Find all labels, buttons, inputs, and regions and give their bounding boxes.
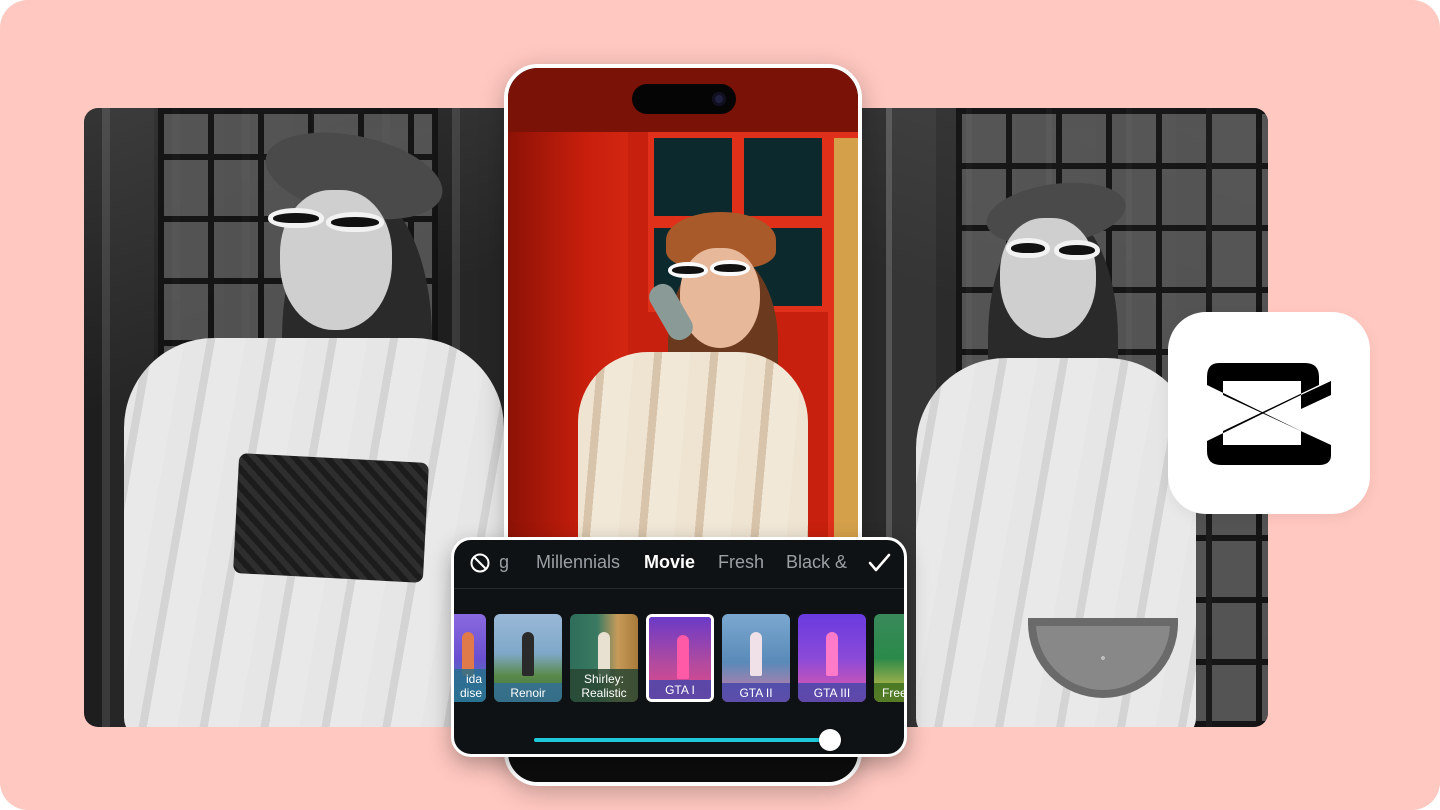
filter-panel: ıg Millennials Movie Fresh Black & ida d… — [451, 537, 907, 757]
clutch-bag — [232, 453, 430, 583]
filter-label: Shirley: Realistic — [570, 669, 638, 702]
tab-scroller[interactable]: ıg Millennials Movie Fresh Black & — [500, 540, 860, 588]
filter-label: GTA I — [649, 680, 711, 699]
filter-thumb[interactable]: Shirley: Realistic — [570, 614, 638, 702]
tab-fresh[interactable]: Fresh — [718, 552, 764, 573]
filter-thumb[interactable]: ida dise — [454, 614, 486, 702]
tab-black-and-white[interactable]: Black & — [786, 552, 847, 573]
filter-thumb[interactable]: Renoir — [494, 614, 562, 702]
dynamic-island — [632, 84, 736, 114]
intensity-slider-fill — [534, 738, 830, 742]
intensity-slider[interactable] — [534, 729, 841, 751]
capcut-app-icon — [1168, 312, 1370, 514]
tab-movie[interactable]: Movie — [644, 552, 695, 573]
filter-thumb[interactable]: GTA III — [798, 614, 866, 702]
promo-stage: ıg Millennials Movie Fresh Black & ida d… — [0, 0, 1440, 810]
filter-label: GTA III — [798, 683, 866, 702]
filter-label: Renoir — [494, 683, 562, 702]
filter-thumb[interactable]: Free — [874, 614, 904, 702]
intensity-slider-knob[interactable] — [819, 729, 841, 751]
tab-millennials[interactable]: Millennials — [536, 552, 620, 573]
filter-label: GTA II — [722, 683, 790, 702]
capcut-logo-icon — [1207, 363, 1331, 465]
tab-previous-category[interactable]: ıg — [500, 552, 509, 573]
prohibited-icon[interactable] — [469, 552, 491, 574]
filter-thumb-selected[interactable]: GTA I — [646, 614, 714, 702]
filter-label: ida dise — [454, 669, 486, 702]
filter-thumb[interactable]: GTA II — [722, 614, 790, 702]
filter-thumbnails: ida dise Renoir Shirley: Realistic GTA I — [454, 614, 904, 706]
camera-icon — [712, 92, 726, 106]
checkmark-icon[interactable] — [866, 550, 892, 576]
filter-category-tabs: ıg Millennials Movie Fresh Black & — [454, 540, 904, 589]
filter-label: Free — [874, 683, 904, 702]
model-figure-right — [896, 168, 1196, 727]
